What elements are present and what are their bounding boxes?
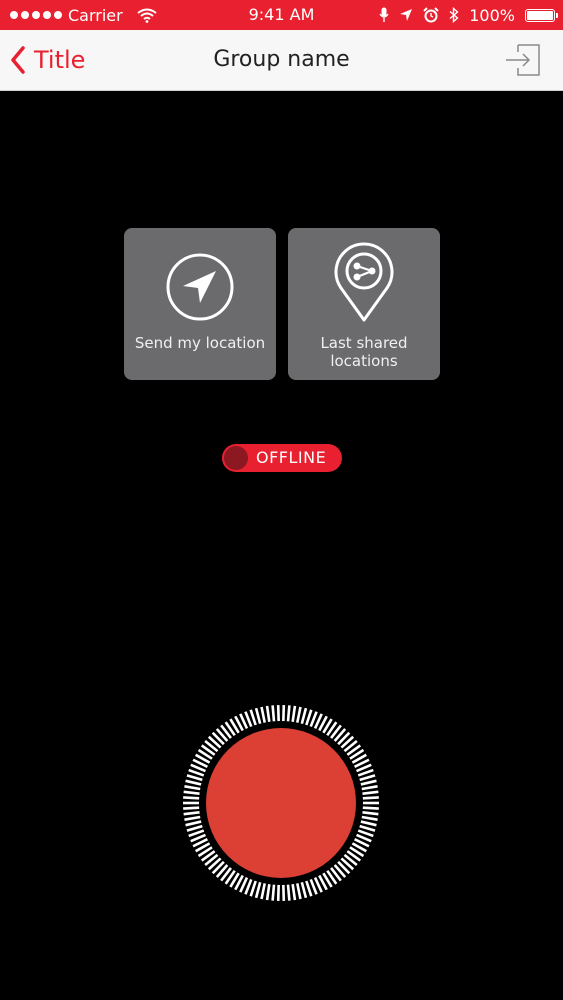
record-ring-tick xyxy=(265,883,271,901)
alarm-icon xyxy=(423,7,439,23)
record-ring-tick xyxy=(362,796,379,800)
location-arrow-icon xyxy=(400,9,413,21)
record-ring-tick xyxy=(300,881,308,899)
record-ring-tick xyxy=(260,706,266,723)
record-ring-tick xyxy=(184,785,201,791)
record-ring-tick xyxy=(249,880,257,897)
record-ring-tick xyxy=(362,790,379,795)
navigation-bar: Title Group name xyxy=(0,30,563,91)
status-bar: Carrier 9:41 AM 100% xyxy=(0,0,563,30)
record-ring-tick xyxy=(254,707,262,725)
battery-icon xyxy=(525,8,558,22)
record-ring-tick xyxy=(185,779,202,786)
record-ring-tick xyxy=(186,774,203,782)
record-ring-tick xyxy=(286,884,291,901)
record-ring-tick xyxy=(362,811,379,816)
last-shared-locations-button[interactable]: Last shared locations xyxy=(288,228,440,380)
record-ring-tick xyxy=(271,705,276,722)
record-ring-tick xyxy=(362,806,379,810)
record-ring-tick xyxy=(183,796,200,800)
location-share-pin-icon xyxy=(334,242,394,322)
offline-toggle[interactable]: OFFLINE xyxy=(222,444,342,472)
record-ring-tick xyxy=(361,785,378,791)
record-ring-tick xyxy=(305,880,313,897)
record-ring-tick xyxy=(357,829,374,838)
record-ring-tick xyxy=(359,824,376,832)
record-ring-tick xyxy=(188,768,205,777)
record-ring-tick xyxy=(271,884,276,901)
exit-icon[interactable] xyxy=(505,44,541,76)
record-ring-tick xyxy=(184,815,201,821)
battery-percent: 100% xyxy=(469,5,515,25)
status-right: 100% xyxy=(379,0,558,30)
record-ring-tick xyxy=(360,820,377,827)
record-ring-tick xyxy=(254,881,262,899)
record-ring-tick xyxy=(296,706,302,723)
navigation-arrow-icon xyxy=(166,253,234,321)
record-ring-tick xyxy=(286,705,291,722)
toggle-label: OFFLINE xyxy=(256,448,327,467)
send-location-label: Send my location xyxy=(134,334,266,352)
record-ring-tick xyxy=(296,883,302,900)
record-ring-tick xyxy=(183,790,200,795)
toggle-knob xyxy=(224,446,248,470)
last-shared-locations-label: Last shared locations xyxy=(320,334,408,370)
bluetooth-icon xyxy=(449,7,459,23)
record-ring-tick xyxy=(291,705,297,723)
record-ring-tick xyxy=(260,883,266,900)
record-ring-tick xyxy=(300,707,308,725)
page-title: Group name xyxy=(213,47,350,72)
record-ring-tick xyxy=(265,705,271,723)
microphone-icon xyxy=(379,7,389,22)
record-ring-tick xyxy=(305,709,313,726)
record-ring-tick xyxy=(183,806,200,810)
send-location-button[interactable]: Send my location xyxy=(124,228,276,380)
record-button[interactable] xyxy=(181,703,381,903)
record-ring-tick xyxy=(359,774,376,782)
record-icon xyxy=(206,728,356,878)
record-ring-tick xyxy=(360,779,377,786)
record-ring-tick xyxy=(249,709,257,726)
record-ring-tick xyxy=(357,768,374,777)
record-ring-tick xyxy=(186,824,203,832)
record-ring-tick xyxy=(361,815,378,821)
record-ring-tick xyxy=(185,820,202,827)
record-ring-tick xyxy=(188,829,205,838)
record-ring-tick xyxy=(291,883,297,901)
record-ring-tick xyxy=(183,811,200,816)
